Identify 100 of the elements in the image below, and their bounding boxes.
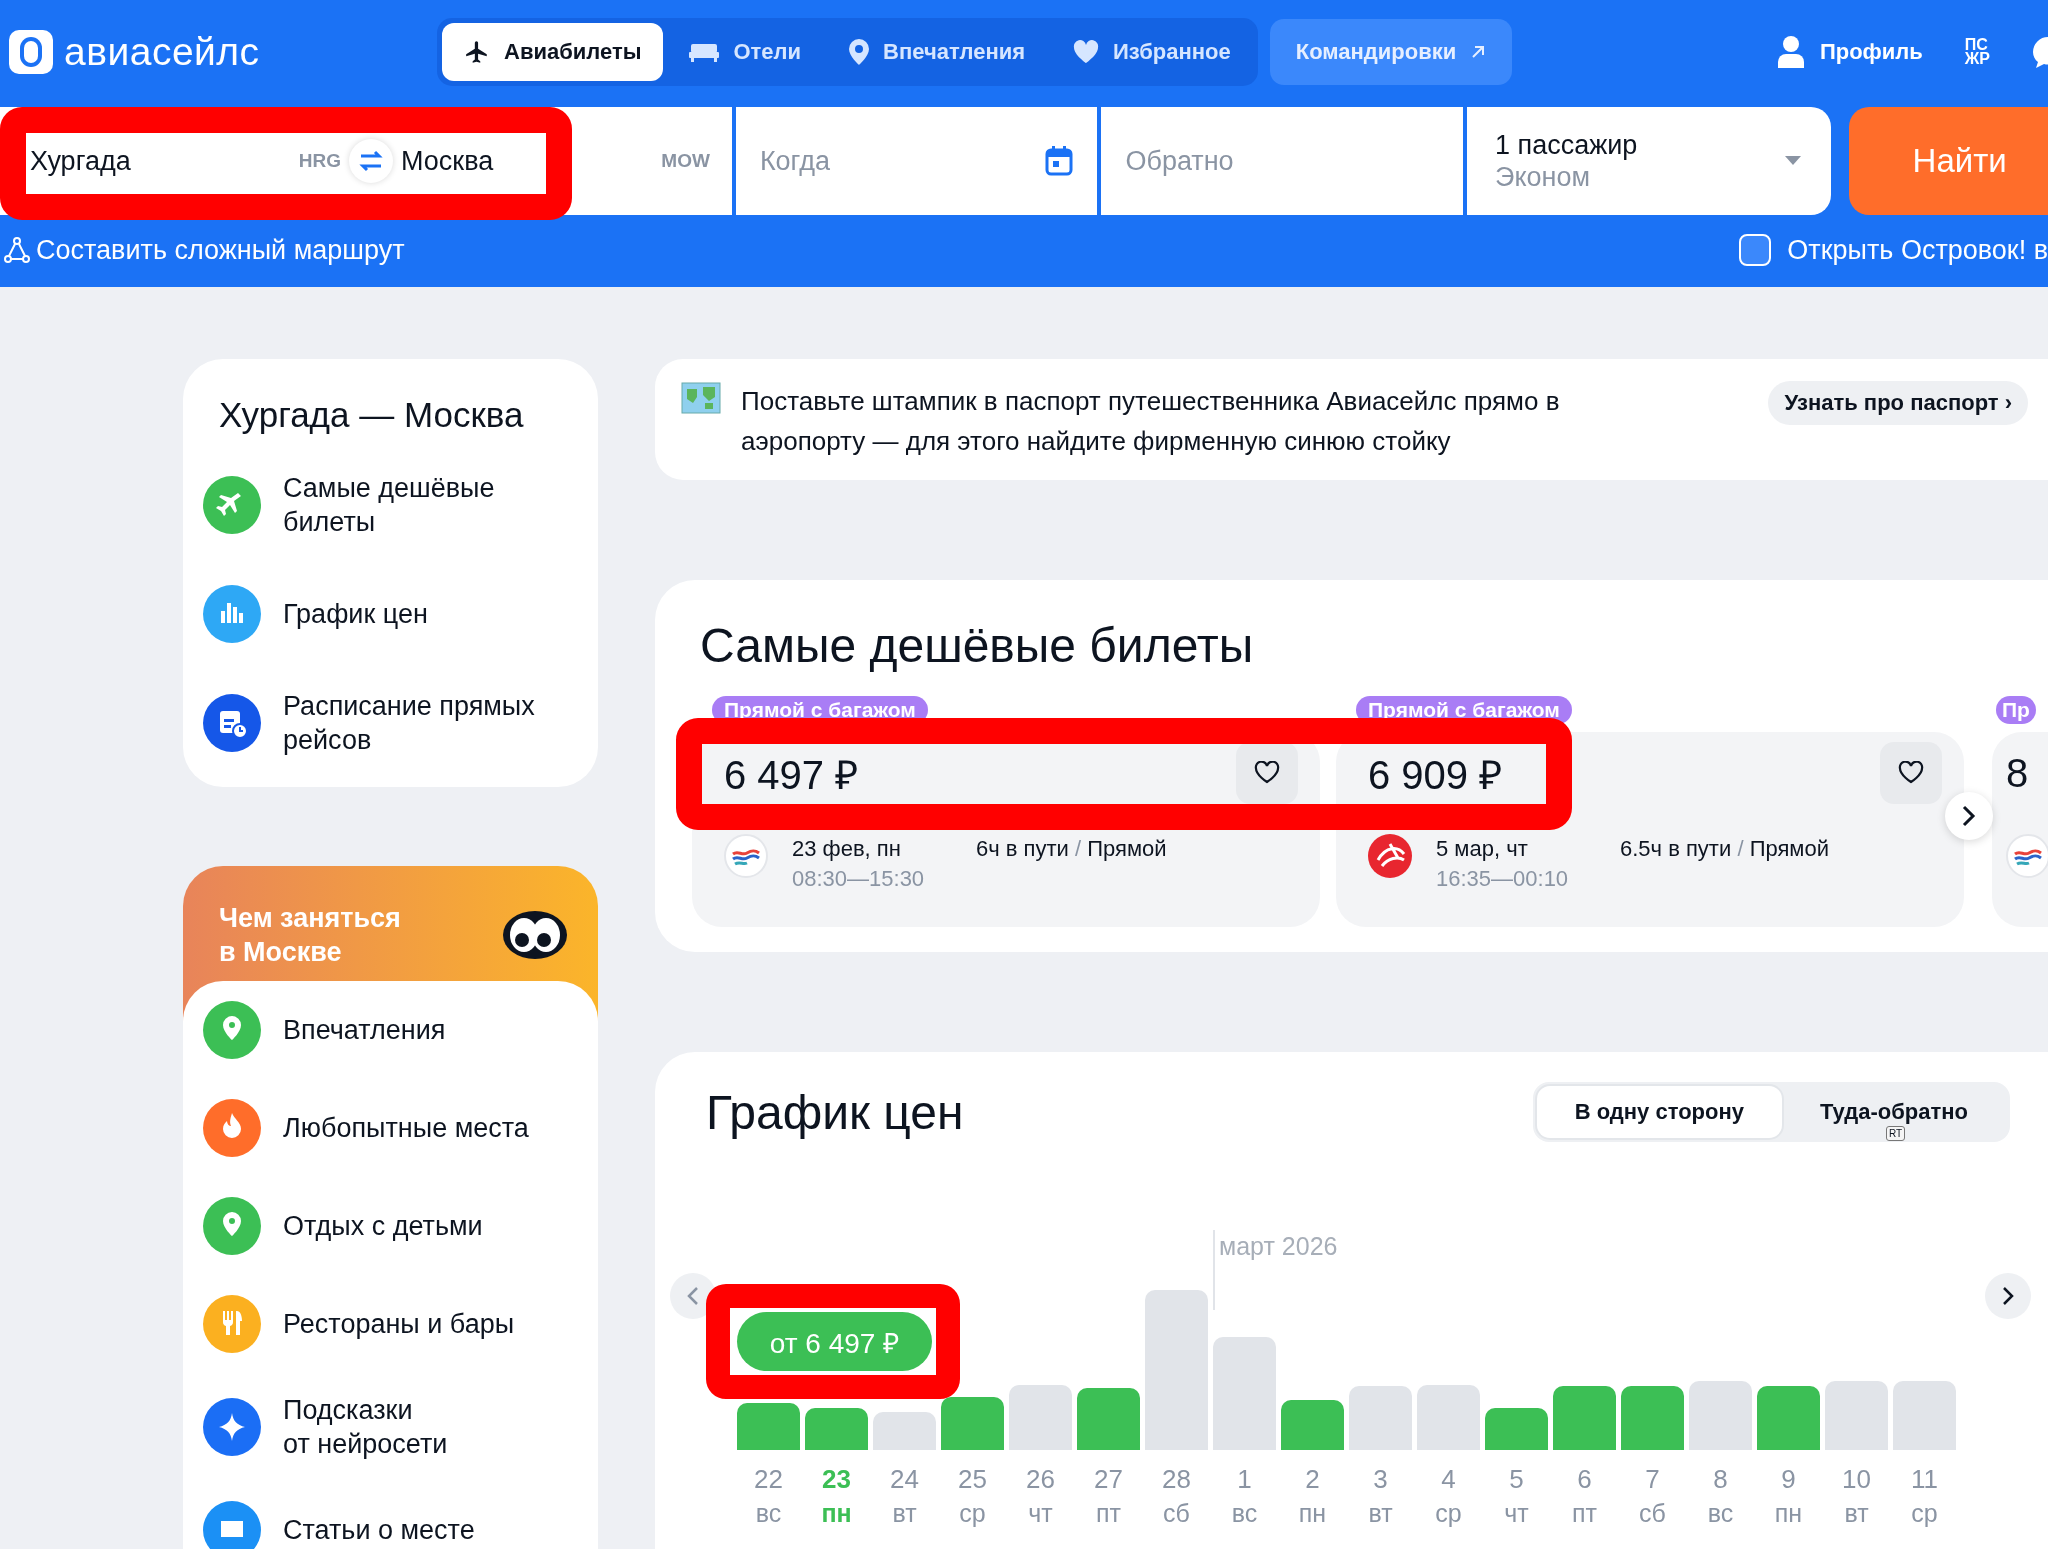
map-icon (681, 381, 721, 415)
sidebar-link[interactable]: График цен (183, 585, 598, 643)
day-number[interactable]: 8 (1713, 1462, 1728, 1496)
weekday: вс (755, 1498, 782, 1529)
day-number[interactable]: 23 (822, 1462, 851, 1496)
day-number[interactable]: 25 (958, 1462, 987, 1496)
next-button[interactable] (1945, 792, 1993, 840)
airline-logo-icon (724, 834, 768, 878)
day-number[interactable]: 5 (1509, 1462, 1524, 1496)
weekday: пн (1774, 1498, 1803, 1529)
sidebar-link[interactable]: Рестораны и бары (183, 1295, 598, 1353)
day-number[interactable]: 10 (1842, 1462, 1871, 1496)
price-bar[interactable] (1009, 1385, 1072, 1450)
day-number[interactable]: 2 (1305, 1462, 1320, 1496)
price-bar[interactable] (941, 1397, 1004, 1450)
weekday: вс (1231, 1498, 1258, 1529)
sidebar-link[interactable]: Отдых с детьми (183, 1197, 598, 1255)
day-number[interactable]: 28 (1162, 1462, 1191, 1496)
section-title: График цен (706, 1084, 964, 1140)
return-field[interactable]: Обратно (1101, 107, 1463, 215)
price-bar[interactable] (1485, 1408, 1548, 1450)
route-type: Прямой (1749, 836, 1829, 861)
sidebar-link[interactable]: Статьи о месте (183, 1501, 598, 1549)
weekday: пн (1298, 1498, 1327, 1529)
price-bar[interactable] (1893, 1381, 1956, 1450)
destination-value: Москва (401, 145, 494, 177)
ticket-card[interactable]: 8 (1992, 732, 2048, 927)
day-number[interactable]: 11 (1911, 1462, 1938, 1496)
date-field[interactable]: Когда (735, 107, 1098, 215)
day-number[interactable]: 1 (1237, 1462, 1252, 1496)
weekday: ср (1911, 1498, 1938, 1529)
sidebar-link[interactable]: Впечатления (183, 1001, 598, 1059)
day-number[interactable]: 26 (1026, 1462, 1055, 1496)
day-number[interactable]: 7 (1645, 1462, 1660, 1496)
price-bar[interactable] (1145, 1290, 1208, 1450)
search-button[interactable]: Найти (1848, 107, 2048, 215)
favorite-button[interactable] (1236, 742, 1298, 804)
heart-icon (1254, 761, 1280, 785)
price-bar[interactable] (737, 1403, 800, 1450)
sidebar-link[interactable]: Подсказки от нейросети (183, 1393, 598, 1461)
day-number[interactable]: 3 (1373, 1462, 1388, 1496)
profile-link[interactable]: Профиль (1819, 39, 1923, 65)
sidebar-link[interactable]: Расписание прямых рейсов (183, 689, 598, 757)
flight-times: 08:30—15:30 (792, 865, 926, 893)
ostrovok-checkbox[interactable] (1739, 234, 1772, 266)
ticket-card[interactable]: 6 909 ₽ 5 мар, чт 16:35—00:10 6.5ч в пути / Прямой (1336, 732, 1964, 927)
month-label: март 2026 (1213, 1230, 1338, 1310)
route-type: Прямой (1087, 836, 1167, 861)
price-bar[interactable] (1553, 1386, 1616, 1450)
swap-button[interactable] (349, 139, 394, 183)
day-number[interactable]: 27 (1094, 1462, 1123, 1496)
favorite-button[interactable] (1880, 742, 1942, 804)
price-bar[interactable] (805, 1408, 868, 1450)
chevron-right-icon (1962, 805, 1976, 827)
airport-code: HRG (298, 150, 342, 172)
price-bar[interactable] (1213, 1337, 1276, 1450)
toggle-option[interactable]: Туда-обратно RT (1781, 1086, 2006, 1138)
price-bar[interactable] (1825, 1381, 1888, 1450)
weekday: вт (1368, 1498, 1393, 1529)
price-bar[interactable] (1689, 1381, 1752, 1450)
complex-route-link[interactable]: Составить сложный маршрут (36, 234, 405, 266)
calendar-icon (1045, 146, 1074, 176)
nav-tab[interactable]: Отели (667, 23, 824, 81)
nav-tab[interactable]: Авиабилеты (442, 23, 664, 81)
bar-chart-icon (203, 585, 261, 643)
logo-text[interactable]: авиасейлс (64, 30, 260, 74)
hint-badge: RT (1886, 1126, 1906, 1141)
flight-duration: 6.5ч в пути (1620, 836, 1732, 861)
day-number[interactable]: 9 (1781, 1462, 1796, 1496)
price-bar[interactable] (1349, 1386, 1412, 1450)
price-badge[interactable]: от 6 497 ₽ (737, 1312, 932, 1371)
day-number[interactable]: 24 (890, 1462, 919, 1496)
chat-icon[interactable] (2032, 35, 2048, 69)
pin-icon (203, 1197, 261, 1255)
price-bar[interactable] (1077, 1388, 1140, 1450)
business-link[interactable]: Командировки (1269, 19, 1513, 85)
passport-button[interactable]: Узнать про паспорт › (1768, 381, 2028, 425)
banner-text: Поставьте штампик в паспорт путешественника Авиасейлс прямо в аэропорту — для этого найдите фирменную синюю стойку (741, 385, 1561, 458)
price-bar[interactable] (1621, 1386, 1684, 1450)
flight-date: 23 фев, пн (792, 835, 902, 863)
price-bar[interactable] (873, 1412, 936, 1450)
chevron-right-icon (2002, 1286, 2014, 1306)
checkbox-label: Открыть Островок! в (1787, 234, 2048, 266)
toggle-option[interactable]: В одну сторону (1536, 1086, 1782, 1138)
nav-tab[interactable]: Впечатления (827, 23, 1048, 81)
day-number[interactable]: 4 (1441, 1462, 1456, 1496)
partner-logo[interactable]: ПС ЖР (1964, 38, 1990, 66)
weekday: вт (892, 1498, 917, 1529)
nav-tab[interactable]: Избранное (1051, 23, 1253, 81)
flame-icon (203, 1099, 261, 1157)
sidebar-link[interactable]: Самые дешёвые билеты (183, 471, 598, 539)
heart-icon (1898, 761, 1924, 785)
price-bar[interactable] (1417, 1385, 1480, 1450)
passengers-field[interactable]: 1 пассажир Эконом (1467, 107, 1831, 215)
day-number[interactable]: 6 (1577, 1462, 1592, 1496)
price-bar[interactable] (1281, 1400, 1344, 1450)
next-button[interactable] (1985, 1273, 2031, 1319)
sidebar-link[interactable]: Любопытные места (183, 1099, 598, 1157)
price-bar[interactable] (1757, 1386, 1820, 1450)
day-number[interactable]: 22 (754, 1462, 783, 1496)
